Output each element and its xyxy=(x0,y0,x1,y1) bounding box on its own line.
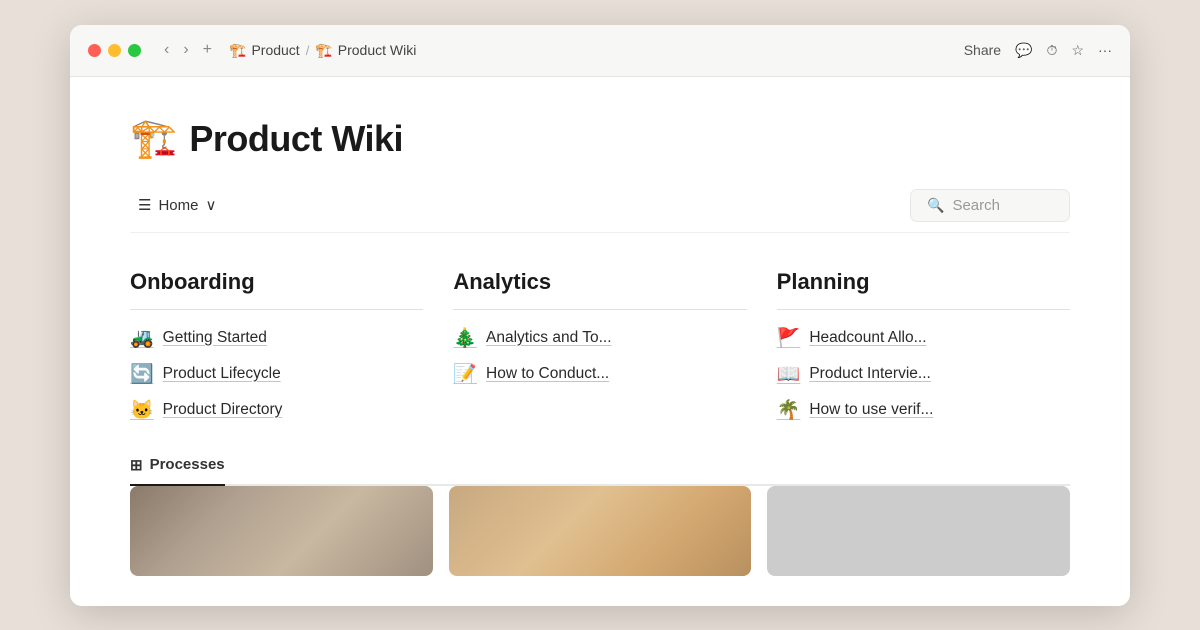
home-button[interactable]: ☰ Home ∨ xyxy=(130,192,224,218)
more-options-icon[interactable]: ··· xyxy=(1098,42,1112,58)
list-item-getting-started[interactable]: 🚜 Getting Started xyxy=(130,326,423,350)
list-item-analytics-to[interactable]: 🎄 Analytics and To... xyxy=(453,326,746,350)
page-content: 🏗️ Product Wiki ☰ Home ∨ 🔍 Search Onboar… xyxy=(70,77,1130,606)
page-title: Product Wiki xyxy=(189,118,403,160)
processes-tab-label: Processes xyxy=(150,456,225,473)
close-button[interactable] xyxy=(88,44,101,57)
section-onboarding-list: 🚜 Getting Started 🔄 Product Lifecycle 🐱 … xyxy=(130,326,423,422)
processes-grid-icon: ⊞ xyxy=(130,456,143,474)
traffic-lights xyxy=(88,44,141,57)
sections-grid: Onboarding 🚜 Getting Started 🔄 Product L… xyxy=(130,269,1070,422)
home-chevron-icon: ∨ xyxy=(205,196,216,214)
section-planning-list: 🚩 Headcount Allo... 📖 Product Intervie..… xyxy=(777,326,1070,422)
search-placeholder: Search xyxy=(952,197,1000,214)
main-window: ‹ › + 🏗️ Product / 🏗️ Product Wiki Share… xyxy=(70,25,1130,606)
processes-tab-bar: ⊞ Processes xyxy=(130,456,1070,486)
product-directory-label: Product Directory xyxy=(163,401,283,419)
analytics-label: Analytics and To... xyxy=(486,329,612,347)
section-onboarding-heading: Onboarding xyxy=(130,269,423,295)
breadcrumb-product[interactable]: 🏗️ Product xyxy=(229,42,300,59)
list-item-product-lifecycle[interactable]: 🔄 Product Lifecycle xyxy=(130,362,423,386)
image-card-2[interactable] xyxy=(449,486,752,576)
favorite-icon[interactable]: ☆ xyxy=(1071,42,1084,59)
image-cards xyxy=(130,486,1070,576)
product-lifecycle-label: Product Lifecycle xyxy=(163,365,281,383)
list-item-headcount[interactable]: 🚩 Headcount Allo... xyxy=(777,326,1070,350)
section-analytics-list: 🎄 Analytics and To... 📝 How to Conduct..… xyxy=(453,326,746,386)
product-icon: 🏗️ xyxy=(229,42,246,59)
list-item-product-directory[interactable]: 🐱 Product Directory xyxy=(130,398,423,422)
how-to-conduct-icon: 📝 xyxy=(453,362,477,386)
section-planning-heading: Planning xyxy=(777,269,1070,295)
section-onboarding: Onboarding 🚜 Getting Started 🔄 Product L… xyxy=(130,269,423,422)
breadcrumb-wiki-label: Product Wiki xyxy=(338,42,417,58)
back-button[interactable]: ‹ xyxy=(159,38,174,62)
titlebar-actions: Share 💬 ⏱ ☆ ··· xyxy=(964,42,1112,59)
breadcrumb-product-label: Product xyxy=(251,42,299,58)
titlebar: ‹ › + 🏗️ Product / 🏗️ Product Wiki Share… xyxy=(70,25,1130,77)
minimize-button[interactable] xyxy=(108,44,121,57)
how-to-conduct-label: How to Conduct... xyxy=(486,365,609,383)
list-item-product-interview[interactable]: 📖 Product Intervie... xyxy=(777,362,1070,386)
breadcrumb: 🏗️ Product / 🏗️ Product Wiki xyxy=(229,42,952,59)
page-header: 🏗️ Product Wiki xyxy=(130,117,1070,161)
forward-button[interactable]: › xyxy=(178,38,193,62)
breadcrumb-separator: / xyxy=(306,43,310,58)
product-directory-icon: 🐱 xyxy=(130,398,154,422)
headcount-label: Headcount Allo... xyxy=(809,329,926,347)
section-analytics-heading: Analytics xyxy=(453,269,746,295)
page-navbar: ☰ Home ∨ 🔍 Search xyxy=(130,189,1070,233)
home-list-icon: ☰ xyxy=(138,196,151,214)
nav-controls: ‹ › + xyxy=(159,38,217,62)
product-interview-icon: 📖 xyxy=(777,362,801,386)
share-button[interactable]: Share xyxy=(964,42,1001,58)
image-card-1[interactable] xyxy=(130,486,433,576)
wiki-icon: 🏗️ xyxy=(315,42,332,59)
history-icon[interactable]: ⏱ xyxy=(1047,42,1058,59)
getting-started-label: Getting Started xyxy=(163,329,267,347)
how-to-verif-icon: 🌴 xyxy=(777,398,801,422)
list-item-how-to-verif[interactable]: 🌴 How to use verif... xyxy=(777,398,1070,422)
page-emoji: 🏗️ xyxy=(130,117,177,161)
comment-icon[interactable]: 💬 xyxy=(1015,42,1032,59)
how-to-verif-label: How to use verif... xyxy=(809,401,933,419)
maximize-button[interactable] xyxy=(128,44,141,57)
product-lifecycle-icon: 🔄 xyxy=(130,362,154,386)
section-analytics: Analytics 🎄 Analytics and To... 📝 How to… xyxy=(453,269,746,422)
section-planning: Planning 🚩 Headcount Allo... 📖 Product I… xyxy=(777,269,1070,422)
section-planning-divider xyxy=(777,309,1070,310)
home-label: Home xyxy=(158,197,198,214)
search-box[interactable]: 🔍 Search xyxy=(910,189,1070,222)
list-item-how-to-conduct[interactable]: 📝 How to Conduct... xyxy=(453,362,746,386)
breadcrumb-wiki[interactable]: 🏗️ Product Wiki xyxy=(315,42,416,59)
headcount-icon: 🚩 xyxy=(777,326,801,350)
add-button[interactable]: + xyxy=(198,38,217,62)
getting-started-icon: 🚜 xyxy=(130,326,154,350)
search-icon: 🔍 xyxy=(927,197,944,214)
product-interview-label: Product Intervie... xyxy=(809,365,930,383)
analytics-icon: 🎄 xyxy=(453,326,477,350)
image-card-3[interactable] xyxy=(767,486,1070,576)
processes-tab[interactable]: ⊞ Processes xyxy=(130,456,225,486)
section-onboarding-divider xyxy=(130,309,423,310)
section-analytics-divider xyxy=(453,309,746,310)
